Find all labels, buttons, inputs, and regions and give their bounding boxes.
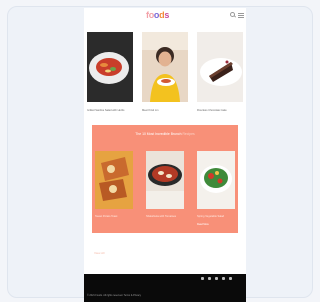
- panel-title: The 10 Most Incredible Brunch Recipes: [135, 132, 195, 136]
- panel-caption[interactable]: Shakshuka with Tomatoes: [146, 215, 184, 218]
- featured-caption[interactable]: Grilled Sardine Salad with Herbs: [87, 109, 133, 112]
- panel-image-toast[interactable]: [95, 151, 133, 209]
- search-icon[interactable]: [230, 12, 236, 18]
- brunch-feature-panel: The 10 Most Incredible Brunch Recipes Sw…: [92, 125, 238, 233]
- panel-image-salad[interactable]: [197, 151, 235, 209]
- twitter-icon[interactable]: [215, 277, 218, 280]
- footer-text: © 2021 Foods. All rights reserved. Terms…: [87, 294, 141, 297]
- read-more-link[interactable]: Read More: [197, 223, 209, 226]
- panel-caption[interactable]: Sweet Potato Toast: [95, 215, 133, 218]
- panel-image-shakshuka[interactable]: [146, 151, 184, 209]
- site-header: foods: [84, 8, 246, 24]
- instagram-icon[interactable]: [208, 277, 211, 280]
- website-preview: foods Grilled Sardine Salad with Herbs M…: [84, 8, 246, 302]
- featured-image-portrait[interactable]: [142, 32, 188, 102]
- menu-icon[interactable]: [238, 12, 244, 18]
- featured-image-cake[interactable]: [197, 32, 243, 102]
- view-all-link[interactable]: View All: [94, 251, 104, 255]
- featured-image-salad[interactable]: [87, 32, 133, 102]
- facebook-icon[interactable]: [201, 277, 204, 280]
- panel-caption[interactable]: Spring Vegetable Salad: [197, 215, 235, 218]
- featured-caption[interactable]: Meet Kristi Lin: [142, 109, 188, 112]
- featured-caption[interactable]: Flourless Chocolate Cake: [197, 109, 243, 112]
- site-footer: © 2021 Foods. All rights reserved. Terms…: [84, 274, 246, 302]
- youtube-icon[interactable]: [229, 277, 232, 280]
- site-logo[interactable]: foods: [146, 10, 169, 20]
- pinterest-icon[interactable]: [222, 277, 225, 280]
